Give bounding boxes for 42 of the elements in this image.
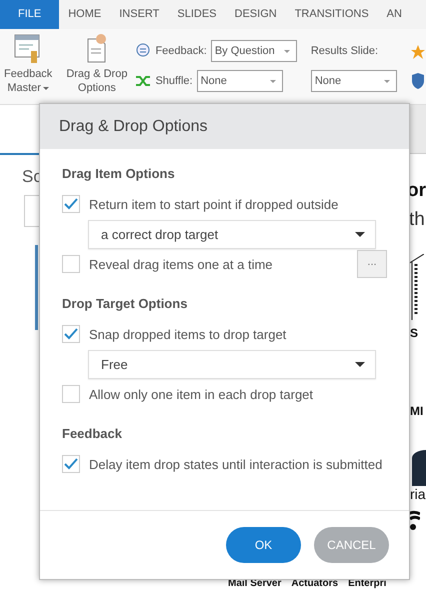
slide-label: S <box>410 326 418 340</box>
shuffle-icon <box>135 74 152 88</box>
results-slide-label: Results Slide: <box>310 45 378 57</box>
star-icon[interactable] <box>410 45 425 59</box>
speech-bubble-icon <box>135 43 152 59</box>
checkbox[interactable] <box>62 385 80 403</box>
results-slide-dropdown[interactable]: None <box>310 70 397 92</box>
shuffle-label: Shuffle: <box>155 75 193 87</box>
section-heading: Drop Target Options <box>62 295 188 313</box>
shuffle-dropdown[interactable]: None <box>196 70 283 92</box>
checkbox-label: Delay item drop states until interaction is submitted <box>89 456 382 472</box>
checkbox-label: Snap dropped items to drop target <box>89 326 286 342</box>
ribbon-tab[interactable]: SLIDES <box>168 0 226 29</box>
feedback-master-button[interactable]: Feedback Master <box>0 33 56 104</box>
ok-button[interactable]: OK <box>226 527 301 563</box>
checkbox[interactable] <box>62 255 80 273</box>
slide-label: ria <box>410 486 426 502</box>
database-icon <box>410 448 426 488</box>
ribbon-tab[interactable]: AN <box>378 0 411 29</box>
feedback-dropdown[interactable]: By Question <box>210 40 297 62</box>
checkbox[interactable] <box>62 195 80 213</box>
checkbox-label: Return item to start point if dropped outside <box>89 196 338 212</box>
checkbox[interactable] <box>62 455 80 473</box>
ribbon-tab[interactable]: DESIGN <box>226 0 286 29</box>
checkbox[interactable] <box>62 325 80 343</box>
slide-label: MI <box>410 404 424 418</box>
ribbon-tab[interactable]: FILE <box>0 0 60 29</box>
ribbon-tab[interactable]: TRANSITIONS <box>286 0 378 29</box>
slide-caption: Actuators <box>291 578 338 589</box>
section-heading: Feedback <box>62 425 123 443</box>
more-button[interactable]: ... <box>357 250 387 278</box>
drag-drop-options-button[interactable]: Drag & Drop Options <box>62 33 132 104</box>
dropdown[interactable]: Free <box>88 350 376 378</box>
dialog-title: Drag & Drop Options <box>59 118 208 136</box>
checkbox-label: Allow only one item in each drop target <box>89 386 314 402</box>
slide-subtitle: th <box>409 209 425 231</box>
checkbox-label: Reveal drag items one at a time <box>89 256 273 272</box>
ribbon-tab[interactable]: HOME <box>59 0 110 29</box>
section-heading: Drag Item Options <box>62 165 176 183</box>
ribbon-tab[interactable]: INSERT <box>110 0 168 29</box>
feedback-label: Feedback: <box>155 45 207 57</box>
dropdown[interactable]: a correct drop target <box>88 220 376 248</box>
